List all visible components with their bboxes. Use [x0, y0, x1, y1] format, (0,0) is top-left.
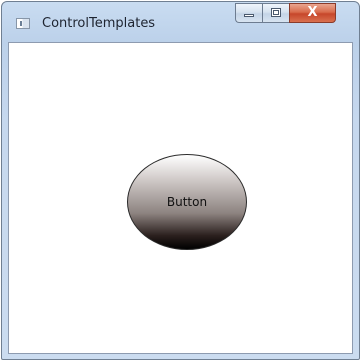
title-bar[interactable]: ControlTemplates X [2, 2, 359, 42]
maximize-icon [271, 8, 281, 17]
window-title: ControlTemplates [42, 16, 156, 31]
client-area: Button [8, 42, 353, 354]
ellipse-button[interactable]: Button [127, 154, 247, 250]
minimize-icon [244, 14, 254, 17]
maximize-button[interactable] [262, 3, 289, 23]
caption-buttons: X [235, 3, 354, 24]
close-icon: X [307, 5, 318, 20]
close-button[interactable]: X [289, 3, 336, 23]
application-window: ControlTemplates X Button [1, 1, 360, 360]
button-label: Button [166, 195, 208, 209]
window-app-icon[interactable] [16, 18, 30, 29]
minimize-button[interactable] [235, 3, 262, 23]
